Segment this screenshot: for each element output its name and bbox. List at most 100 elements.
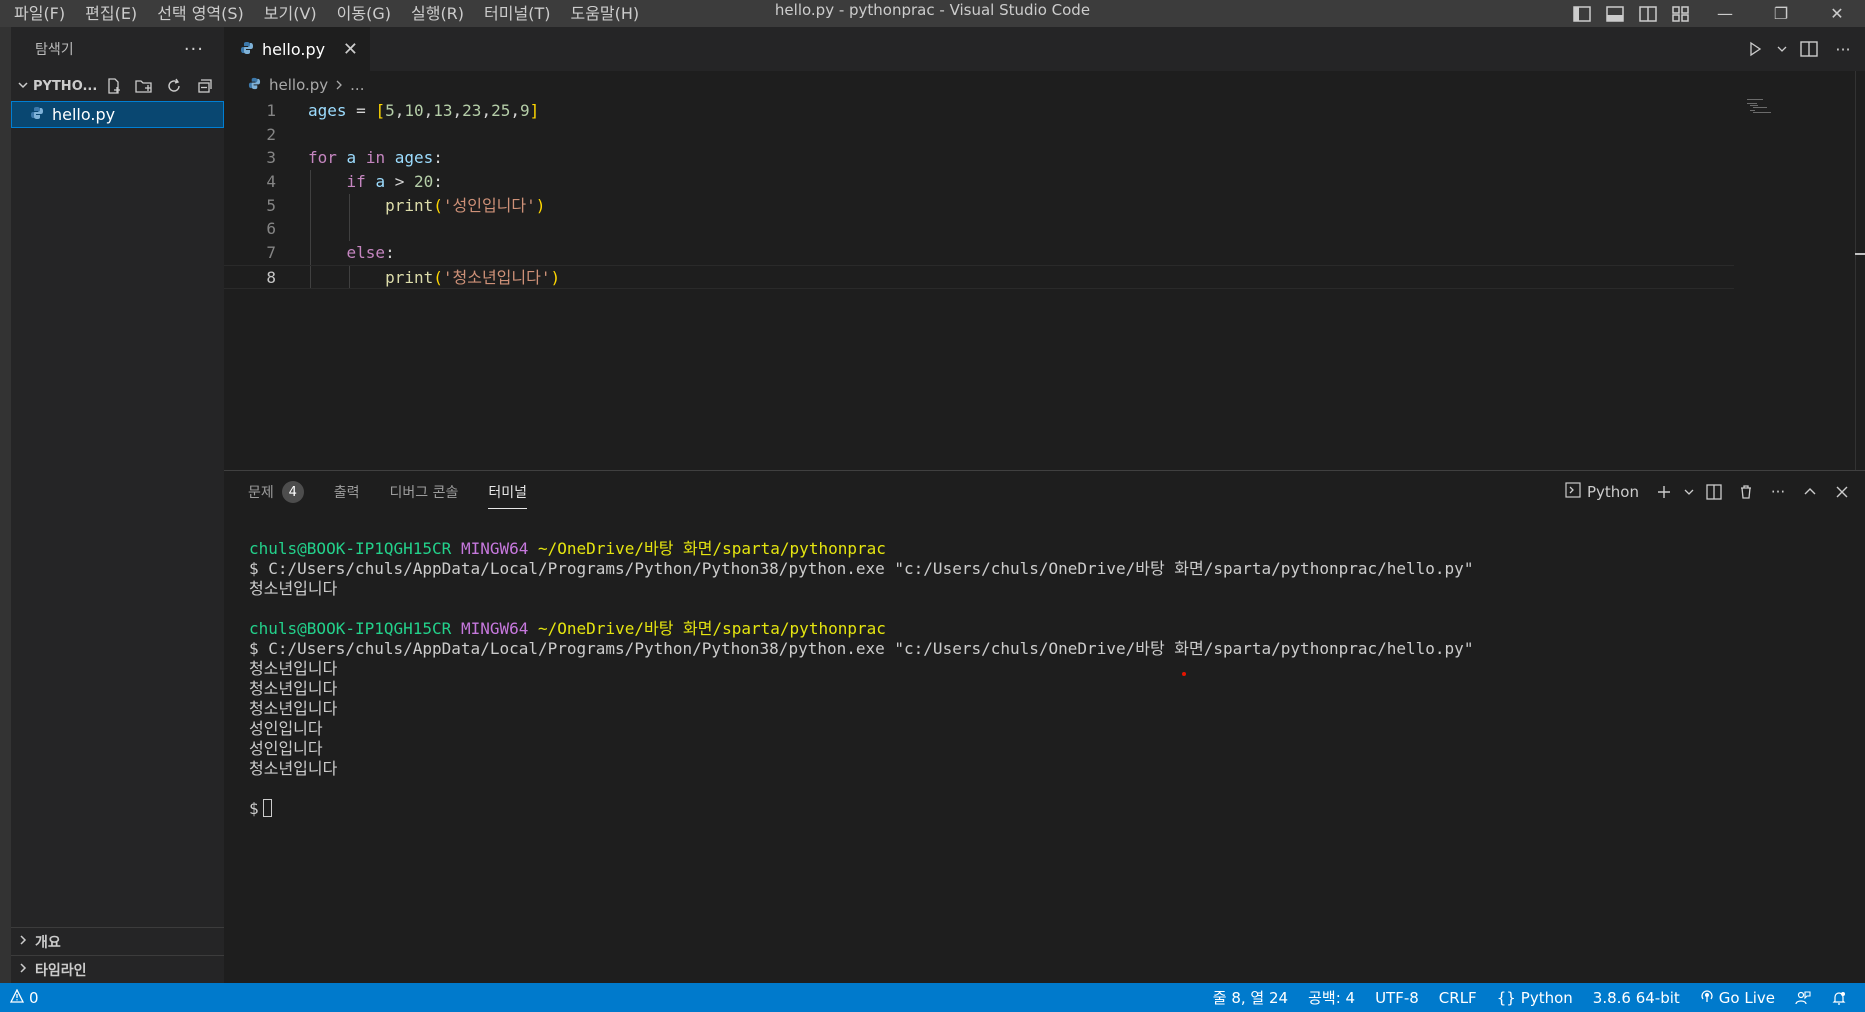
toggle-panel-icon[interactable] <box>1598 0 1631 27</box>
code-line[interactable]: 6 <box>224 217 1734 242</box>
code-token: : <box>385 243 395 263</box>
menu-item[interactable]: 이동(G) <box>327 0 401 27</box>
code-token: , <box>510 101 520 120</box>
indentation[interactable]: 공백: 4 <box>1298 987 1365 1008</box>
encoding[interactable]: UTF-8 <box>1365 989 1429 1007</box>
outline-section[interactable]: 개요 <box>11 927 224 955</box>
warning-count: 0 <box>29 988 39 1007</box>
close-tab-icon[interactable]: ✕ <box>343 39 358 60</box>
go-live-button[interactable]: Go Live <box>1690 989 1785 1007</box>
cursor-position[interactable]: 줄 8, 열 24 <box>1203 987 1298 1008</box>
indent-guide <box>310 193 311 218</box>
trash-icon[interactable] <box>1733 479 1759 505</box>
menu-item[interactable]: 선택 영역(S) <box>147 0 254 27</box>
status-bar: 0 줄 8, 열 24 공백: 4 UTF-8 CRLF {} Python 3… <box>0 983 1865 1012</box>
more-actions-icon[interactable]: ··· <box>1765 479 1791 505</box>
code-token: , <box>394 101 405 120</box>
menu-item[interactable]: 파일(F) <box>4 0 75 27</box>
terminal-line: 청소년입니다 <box>249 699 338 718</box>
folder-section[interactable]: PYTHO... <box>11 71 224 101</box>
run-icon[interactable] <box>1741 35 1769 63</box>
panel-tab[interactable]: 디버그 콘솔 <box>390 471 459 513</box>
language-mode[interactable]: {} Python <box>1487 989 1583 1007</box>
menu-item[interactable]: 터미널(T) <box>474 0 560 27</box>
chevron-down-icon[interactable] <box>1683 479 1695 505</box>
toggle-secondary-sidebar-icon[interactable] <box>1631 0 1664 27</box>
timeline-section[interactable]: 타임라인 <box>11 955 224 983</box>
new-folder-icon[interactable] <box>132 74 156 98</box>
menu-item[interactable]: 실행(R) <box>401 0 474 27</box>
notifications-icon[interactable] <box>1821 990 1857 1006</box>
code-line[interactable]: 7 else: <box>224 241 1734 265</box>
indent-guide <box>310 170 311 194</box>
code-token: : <box>433 172 443 192</box>
code-token: '청소년입니다' <box>442 267 551 287</box>
code-line[interactable]: 8 print('청소년입니다') <box>224 264 1734 289</box>
code-text: if a > 20: <box>308 170 443 194</box>
code-token: print <box>385 195 434 215</box>
more-actions-icon[interactable]: ··· <box>1829 35 1857 63</box>
terminal-line: $ <box>249 799 1473 819</box>
maximize-panel-icon[interactable] <box>1797 479 1823 505</box>
split-editor-icon[interactable] <box>1795 35 1823 63</box>
minimap[interactable] <box>1747 99 1775 113</box>
indent-guide <box>348 193 350 218</box>
menu-item[interactable]: 도움말(H) <box>560 0 649 27</box>
braces-icon: {} <box>1496 988 1516 1007</box>
terminal-selector[interactable]: Python <box>1559 482 1645 502</box>
minimize-button[interactable]: — <box>1697 0 1753 27</box>
panel-tab[interactable]: 터미널 <box>488 471 527 513</box>
code-token: , <box>423 101 434 120</box>
editor-scrollbar[interactable] <box>1855 71 1865 470</box>
explorer-actions <box>102 74 224 98</box>
close-panel-icon[interactable] <box>1829 479 1855 505</box>
code-token: > <box>385 172 414 192</box>
prompt-path: ~/OneDrive/바탕 화면/sparta/pythonprac <box>538 539 886 558</box>
go-live-label: Go Live <box>1718 988 1775 1007</box>
tab-hello-py[interactable]: hello.py ✕ <box>224 27 370 71</box>
chevron-down-icon[interactable] <box>1775 35 1789 63</box>
split-terminal-icon[interactable] <box>1701 479 1727 505</box>
terminal-line: 청소년입니다 <box>249 759 338 778</box>
panel-tab-label: 출력 <box>333 485 360 501</box>
indent-guide <box>310 241 311 265</box>
prompt-host: MINGW64 <box>460 539 529 558</box>
code-token: 25 <box>491 101 511 120</box>
file-item-hello-py[interactable]: hello.py <box>11 101 224 128</box>
code-token: if <box>346 172 366 192</box>
code-line[interactable]: 1 ages = [5,10,13,23,25,9] <box>224 99 1734 123</box>
breadcrumb-symbols[interactable]: ... <box>350 76 364 94</box>
file-name: hello.py <box>52 105 116 124</box>
close-window-button[interactable]: ✕ <box>1809 0 1865 27</box>
menu-item[interactable]: 보기(V) <box>254 0 327 27</box>
code-line[interactable]: 2 <box>224 123 1734 147</box>
code-token: 20 <box>413 172 434 192</box>
breadcrumb-file[interactable]: hello.py <box>269 76 328 94</box>
code-editor[interactable]: 1 ages = [5,10,13,23,25,9] 2 3 for a in ages… <box>224 99 1734 289</box>
refresh-icon[interactable] <box>162 74 186 98</box>
menu-item[interactable]: 편집(E) <box>75 0 147 27</box>
toggle-sidebar-icon[interactable] <box>1565 0 1598 27</box>
problems-status[interactable]: 0 <box>6 988 43 1007</box>
language-label: Python <box>1520 988 1573 1007</box>
code-line[interactable]: 4 if a > 20: <box>224 170 1734 194</box>
code-line[interactable]: 3 for a in ages: <box>224 146 1734 170</box>
panel-tab[interactable]: 출력 <box>334 471 360 513</box>
code-token: in <box>365 148 386 168</box>
new-terminal-icon[interactable] <box>1651 479 1677 505</box>
collapse-all-icon[interactable] <box>192 74 216 98</box>
more-actions-icon[interactable]: ··· <box>184 39 204 60</box>
line-ending[interactable]: CRLF <box>1429 989 1487 1007</box>
terminal-output[interactable]: chuls@BOOK-IP1QGH15CR MINGW64 ~/OneDrive… <box>249 539 1473 819</box>
new-file-icon[interactable] <box>102 74 126 98</box>
feedback-icon[interactable] <box>1785 990 1821 1006</box>
panel-tab[interactable]: 문제 4 <box>248 471 304 513</box>
line-number: 5 <box>266 195 276 215</box>
code-line[interactable]: 5 print('성인입니다') <box>224 193 1734 218</box>
code-token: ages <box>394 148 434 168</box>
interpreter-version[interactable]: 3.8.6 64-bit <box>1583 989 1690 1007</box>
customize-layout-icon[interactable] <box>1664 0 1697 27</box>
restore-button[interactable]: ❐ <box>1753 0 1809 27</box>
